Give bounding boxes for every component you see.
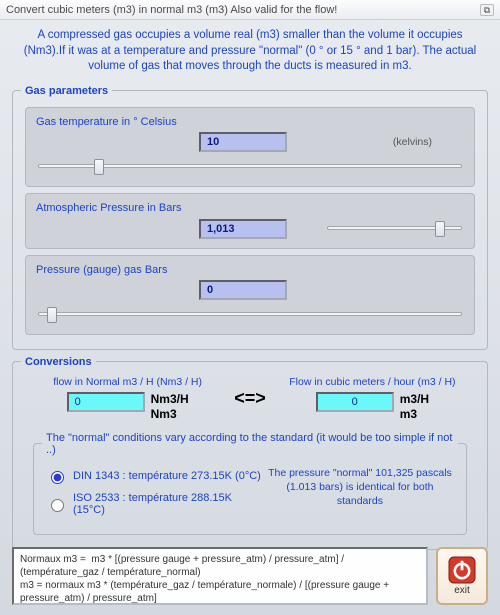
exit-button[interactable]: exit xyxy=(436,547,488,605)
normal-pressure-note: The pressure "normal" 101,325 pascals (1… xyxy=(262,464,456,524)
close-icon[interactable]: ⧉ xyxy=(480,4,494,16)
gas-parameters-group: Gas parameters Gas temperature in ° Cels… xyxy=(12,85,488,350)
unit-m3: m3 xyxy=(400,407,429,422)
flow-m3-caption: Flow in cubic meters / hour (m3 / H) xyxy=(272,376,473,388)
conversion-arrow-icon: <=> xyxy=(228,388,272,409)
conversions-group: Conversions flow in Normal m3 / H (Nm3 /… xyxy=(12,356,488,550)
unit-m3h: m3/H xyxy=(400,392,429,407)
conversions-legend: Conversions xyxy=(21,356,96,368)
gas-temp-group: Gas temperature in ° Celsius (kelvins) xyxy=(25,107,475,187)
unit-nm3: Nm3 xyxy=(151,407,189,422)
radio-din1343-label: DIN 1343 : température 273.15K (0°C) xyxy=(73,470,261,482)
normal-standards-legend: The "normal" conditions vary according t… xyxy=(42,432,458,456)
atm-pressure-group: Atmospheric Pressure in Bars xyxy=(25,193,475,249)
radio-iso2533-label: ISO 2533 : température 288.15K (15°C) xyxy=(73,492,262,516)
atm-pressure-label: Atmospheric Pressure in Bars xyxy=(36,202,466,214)
normal-standards-group: The "normal" conditions vary according t… xyxy=(33,432,467,535)
gas-parameters-legend: Gas parameters xyxy=(21,85,112,97)
radio-din1343[interactable]: DIN 1343 : température 273.15K (0°C) xyxy=(46,468,262,484)
gas-temp-label: Gas temperature in ° Celsius xyxy=(36,116,466,128)
gas-temp-unit: (kelvins) xyxy=(393,136,432,148)
gauge-pressure-label: Pressure (gauge) gas Bars xyxy=(36,264,466,276)
flow-m3-input[interactable] xyxy=(316,392,394,412)
radio-iso2533[interactable]: ISO 2533 : température 288.15K (15°C) xyxy=(46,492,262,516)
atm-pressure-slider[interactable] xyxy=(323,218,466,240)
gauge-pressure-group: Pressure (gauge) gas Bars xyxy=(25,255,475,335)
atm-pressure-input[interactable] xyxy=(199,219,287,239)
gauge-pressure-input[interactable] xyxy=(199,280,287,300)
titlebar: Convert cubic meters (m3) in normal m3 (… xyxy=(0,0,500,20)
formula-box: Normaux m3 = m3 * [(pressure gauge + pre… xyxy=(12,547,428,605)
gas-temp-input[interactable] xyxy=(199,132,287,152)
exit-label: exit xyxy=(454,585,470,596)
power-icon xyxy=(448,556,476,584)
gauge-pressure-slider[interactable] xyxy=(34,304,466,326)
unit-nm3h: Nm3/H xyxy=(151,392,189,407)
window-title: Convert cubic meters (m3) in normal m3 (… xyxy=(6,0,337,20)
flow-nm3-caption: flow in Normal m3 / H (Nm3 / H) xyxy=(27,376,228,388)
radio-din1343-input[interactable] xyxy=(51,471,64,484)
intro-text: A compressed gas occupies a volume real … xyxy=(0,20,500,81)
radio-iso2533-input[interactable] xyxy=(51,499,64,512)
gas-temp-slider[interactable] xyxy=(34,156,466,178)
flow-nm3-input[interactable] xyxy=(67,392,145,412)
